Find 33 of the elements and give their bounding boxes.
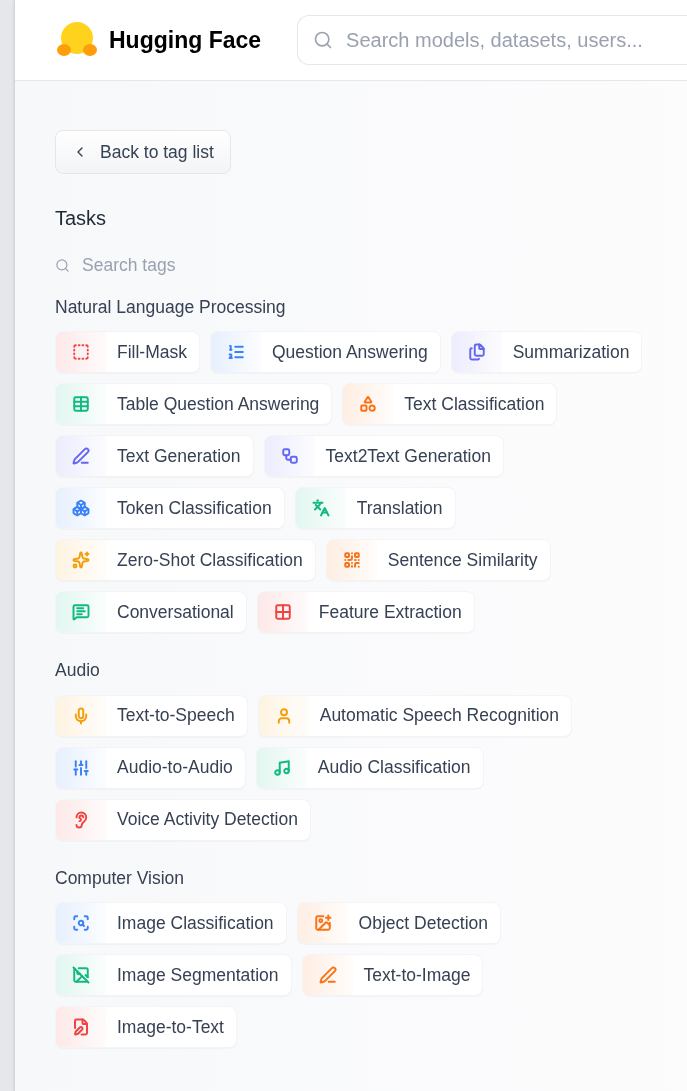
task-tag[interactable]: Automatic Speech Recognition — [257, 694, 572, 737]
task-tag[interactable]: Image Segmentation — [55, 953, 292, 996]
search-icon — [313, 30, 334, 50]
task-tag[interactable]: Translation — [294, 487, 456, 530]
back-button[interactable]: Back to tag list — [55, 130, 231, 174]
task-tag[interactable]: Text Classification — [342, 383, 558, 426]
task-tag[interactable]: Sentence Similarity — [325, 539, 551, 582]
task-tag[interactable]: Image-to-Text — [55, 1005, 237, 1048]
brand-name: Hugging Face — [109, 25, 262, 55]
task-tag[interactable]: Text2Text Generation — [263, 435, 504, 478]
task-tag[interactable]: Table Question Answering — [55, 383, 333, 426]
section-title: Audio — [55, 659, 100, 683]
task-tag[interactable]: Token Classification — [55, 487, 285, 530]
task-tag[interactable]: Text Generation — [55, 435, 254, 478]
task-tag[interactable]: Feature Extraction — [256, 591, 475, 634]
task-tag[interactable]: Conversational — [55, 591, 247, 634]
search-icon — [55, 257, 70, 273]
tasks-heading: Tasks — [55, 206, 107, 231]
section-title: Natural Language Processing — [55, 296, 286, 319]
search-field[interactable]: Search models, datasets, users... — [297, 15, 687, 65]
task-tag[interactable]: Text-to-Image — [301, 953, 484, 996]
task-tag[interactable]: Question Answering — [210, 331, 441, 374]
task-tag[interactable]: Audio-to-Audio — [55, 746, 246, 789]
task-tag[interactable]: Voice Activity Detection — [55, 798, 311, 841]
task-tag[interactable]: Object Detection — [296, 901, 501, 944]
task-tag[interactable]: Zero-Shot Classification — [55, 539, 316, 582]
task-tag[interactable]: Summarization — [450, 331, 643, 374]
task-tag[interactable]: Fill-Mask — [55, 331, 200, 374]
section-title: Computer Vision — [55, 866, 185, 890]
task-tag[interactable]: Text-to-Speech — [55, 694, 248, 737]
task-tag[interactable]: Audio Classification — [255, 746, 484, 789]
tag-search-input[interactable]: Search tags — [82, 251, 255, 279]
task-tag[interactable]: Image Classification — [55, 901, 287, 944]
